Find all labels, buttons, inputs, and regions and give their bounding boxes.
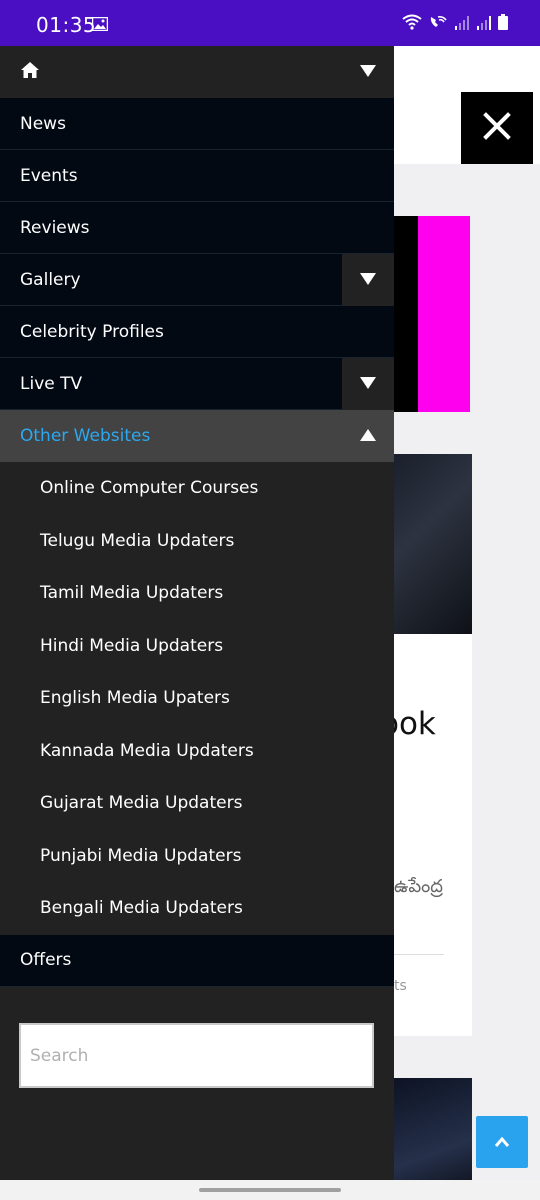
article-image[interactable]: [394, 454, 472, 634]
submenu-item-hindi[interactable]: Hindi Media Updaters: [0, 619, 394, 672]
submenu-item-tamil[interactable]: Tamil Media Updaters: [0, 567, 394, 620]
navigation-bar: [0, 1180, 540, 1200]
wifi-icon: [402, 14, 422, 34]
menu-item-label: Other Websites: [20, 426, 151, 446]
caret-down-icon: [360, 374, 376, 394]
submenu-item-bengali[interactable]: Bengali Media Updaters: [0, 882, 394, 935]
search-box: [19, 1023, 374, 1088]
gallery-expand-toggle[interactable]: [342, 254, 394, 306]
menu-item-offers[interactable]: Offers: [0, 934, 394, 987]
submenu-item-label: Online Computer Courses: [40, 478, 259, 499]
scroll-to-top-button[interactable]: [476, 1116, 528, 1168]
menu-item-label: Reviews: [20, 217, 90, 238]
menu-item-live-tv[interactable]: Live TV: [0, 358, 394, 410]
status-bar: 01:35: [0, 0, 540, 46]
menu-item-label: News: [20, 113, 66, 134]
submenu-item-label: Tamil Media Updaters: [40, 583, 224, 604]
home-icon: [20, 61, 40, 84]
battery-icon: [498, 14, 508, 34]
caret-down-icon: [360, 62, 376, 82]
submenu-item-telugu[interactable]: Telugu Media Updaters: [0, 514, 394, 567]
wifi-calling-icon: [428, 14, 448, 34]
menu-item-label: Celebrity Profiles: [20, 321, 164, 342]
menu-item-label: Gallery: [20, 269, 81, 290]
status-time: 01:35: [36, 13, 97, 37]
signal-icon: [476, 15, 492, 34]
submenu-item-label: Gujarat Media Updaters: [40, 793, 243, 814]
signal-icon: [454, 15, 470, 34]
menu-item-celebrity-profiles[interactable]: Celebrity Profiles: [0, 306, 394, 358]
menu-item-label: Events: [20, 165, 78, 186]
menu-item-label: Offers: [20, 950, 72, 970]
submenu-item-label: Bengali Media Updaters: [40, 898, 243, 919]
menu-item-news[interactable]: News: [0, 98, 394, 150]
article-excerpt: ఉపేంద్ర: [394, 876, 443, 897]
chevron-up-icon: [494, 1133, 510, 1152]
submenu-item-online-computer-courses[interactable]: Online Computer Courses: [0, 462, 394, 515]
close-icon: [483, 112, 511, 144]
caret-up-icon: [360, 426, 376, 446]
submenu-item-label: English Media Upaters: [40, 688, 230, 709]
submenu-item-kannada[interactable]: Kannada Media Updaters: [0, 724, 394, 777]
divider: [394, 954, 444, 955]
other-websites-collapse-toggle[interactable]: [342, 410, 394, 462]
submenu-item-gujarat[interactable]: Gujarat Media Updaters: [0, 777, 394, 830]
submenu-item-label: Telugu Media Updaters: [40, 530, 235, 551]
menu-item-gallery[interactable]: Gallery: [0, 254, 394, 306]
menu-item-events[interactable]: Events: [0, 150, 394, 202]
article-meta: ts: [394, 978, 407, 994]
search-input[interactable]: [19, 1023, 374, 1088]
submenu-item-punjabi[interactable]: Punjabi Media Updaters: [0, 829, 394, 882]
home-expand-toggle[interactable]: [342, 46, 394, 98]
caret-down-icon: [360, 270, 376, 290]
submenu-item-label: Hindi Media Updaters: [40, 635, 224, 656]
submenu-item-label: Punjabi Media Updaters: [40, 845, 242, 866]
banner-ad-pink[interactable]: [418, 216, 470, 412]
live-tv-expand-toggle[interactable]: [342, 358, 394, 410]
gallery-icon: [91, 16, 109, 35]
menu-home[interactable]: [0, 46, 394, 98]
submenu-item-english[interactable]: English Media Upaters: [0, 672, 394, 725]
menu-item-reviews[interactable]: Reviews: [0, 202, 394, 254]
navigation-drawer: News Events Reviews Gallery Celebrity Pr…: [0, 46, 394, 1180]
menu-item-other-websites[interactable]: Other Websites: [0, 410, 394, 462]
banner-ad[interactable]: [394, 216, 418, 412]
submenu-item-label: Kannada Media Updaters: [40, 740, 254, 761]
close-menu-button[interactable]: [461, 92, 533, 164]
gesture-handle[interactable]: [199, 1188, 341, 1192]
menu-item-label: Live TV: [20, 373, 83, 394]
